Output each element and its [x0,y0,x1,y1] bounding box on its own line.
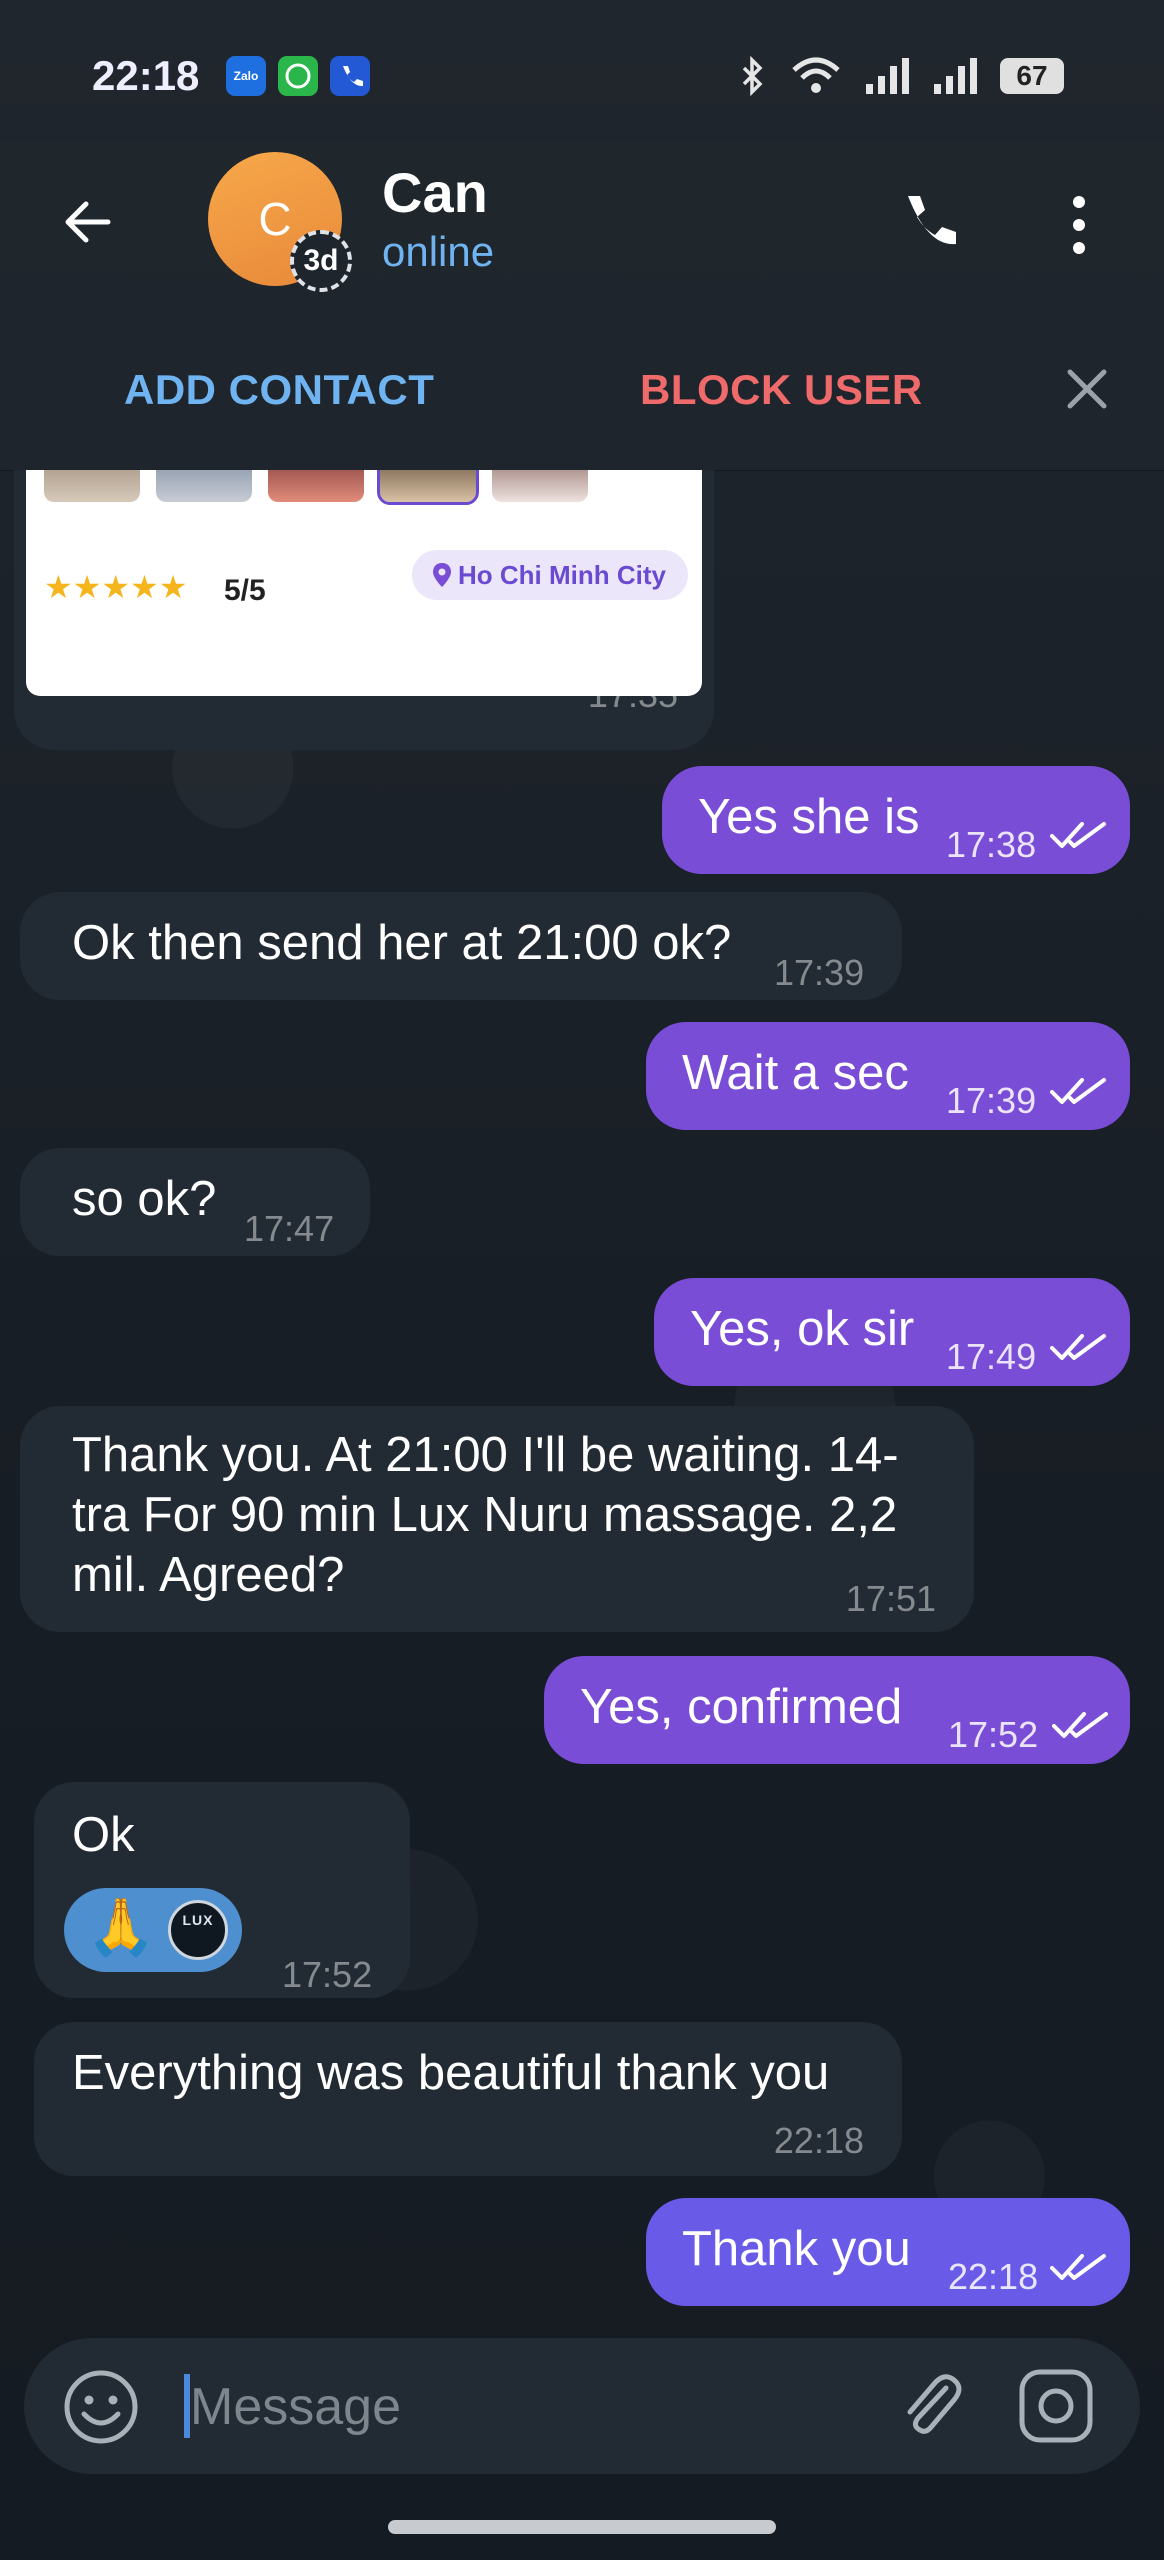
message-outgoing[interactable]: Yes, confirmed 17:52 [544,1656,1130,1764]
message-time: 22:18 [948,2256,1039,2297]
message-incoming[interactable]: Thank you. At 21:00 I'll be waiting. 14-… [20,1406,974,1632]
add-contact-button[interactable]: ADD CONTACT [124,366,434,414]
rating-value: 5/5 [224,574,266,607]
story-badge: 3d [290,230,352,292]
message-time: 17:38 [946,824,1037,865]
message-incoming[interactable]: so ok? 17:47 [20,1148,370,1256]
message-time: 17:52 [948,1714,1039,1755]
lux-logo-sticker: LUX [168,1900,228,1960]
message-input[interactable] [188,2364,872,2450]
pray-emoji: 🙏 [86,1895,156,1958]
signal-icon-2 [934,58,977,94]
message-text: Everything was beautiful thank you [72,2046,830,2100]
paperclip-icon[interactable] [890,2366,970,2446]
status-time: 22:18 [92,52,200,99]
message-text-line-2: tra For 90 min Lux Nuru massage. 2,2 [72,1488,898,1542]
home-indicator[interactable] [388,2520,776,2534]
contact-name[interactable]: Can [382,160,488,225]
back-arrow-icon[interactable] [58,192,118,252]
message-time: 17:52 [282,1954,373,1995]
wifi-icon [792,57,840,93]
message-outgoing[interactable]: Yes she is 17:38 [662,766,1130,874]
read-receipt-icon [1050,2254,1106,2280]
location-pin-icon [433,563,451,587]
rating-stars: ★★★★★ [44,569,188,605]
location-badge: Ho Chi Minh City [412,550,688,600]
message-text-line-3: mil. Agreed? [72,1548,345,1602]
emoji-icon[interactable] [62,2368,140,2446]
message-text: Thank you. At 21:00 I'll be waiting. 14- [72,1428,899,1482]
status-bar: 22:18 Zalo 67 [0,0,1164,150]
message-time: 17:49 [946,1336,1037,1377]
message-outgoing[interactable]: Wait a sec 17:39 [646,1022,1130,1130]
message-incoming[interactable]: ★★★★★ 5/5 Ho Chi Minh City this one avai… [14,470,714,750]
message-list[interactable]: ★★★★★ 5/5 Ho Chi Minh City this one avai… [0,470,1164,2330]
message-composer [24,2338,1140,2474]
chat-header: C 3d Can online [0,140,1164,330]
message-incoming[interactable]: Ok then send her at 21:00 ok? 17:39 [20,892,902,1000]
read-receipt-icon [1050,1078,1106,1104]
more-options-icon[interactable] [1064,190,1094,260]
message-incoming[interactable]: Ok 🙏 LUX 17:52 [34,1782,410,1998]
bluetooth-icon [742,56,763,96]
message-time: 17:39 [946,1080,1037,1121]
message-text: so ok? [72,1172,217,1226]
read-receipt-icon [1052,1712,1108,1738]
read-receipt-icon [1050,1334,1106,1360]
read-receipt-icon [1050,822,1106,848]
reaction-pill[interactable]: 🙏 LUX [64,1888,242,1972]
message-text: Ok then send her at 21:00 ok? [72,916,732,970]
message-time: 17:39 [774,952,865,993]
message-time: 17:51 [845,1578,936,1619]
block-user-button[interactable]: BLOCK USER [640,366,923,414]
message-text: this one available? [66,646,472,700]
message-time: 17:35 [587,674,678,715]
card-thumbnail[interactable] [156,470,252,502]
battery-indicator: 67 [1000,58,1064,94]
phone-icon [330,56,370,96]
message-text: Yes, confirmed [580,1680,903,1734]
card-thumbnail[interactable] [268,470,364,502]
contact-action-bar: ADD CONTACT BLOCK USER [0,330,1164,471]
whatsapp-icon [278,56,318,96]
message-time: 22:18 [773,2120,864,2161]
contact-status: online [382,228,495,275]
message-text: Yes she is [698,790,920,844]
message-incoming[interactable]: Everything was beautiful thank you 22:18 [34,2022,902,2176]
card-thumbnail[interactable] [377,470,479,505]
message-outgoing[interactable]: Thank you 22:18 [646,2198,1130,2306]
message-text: Wait a sec [682,1046,909,1100]
card-thumbnail[interactable] [492,470,588,502]
message-text: Ok [72,1808,135,1862]
close-icon[interactable] [1064,366,1110,412]
message-time: 17:47 [244,1208,335,1249]
message-text: Thank you [682,2222,911,2276]
signal-icon [866,58,909,94]
message-outgoing[interactable]: Yes, ok sir 17:49 [654,1278,1130,1386]
zalo-icon: Zalo [226,56,266,96]
card-thumbnail[interactable] [44,470,140,502]
phone-call-icon[interactable] [894,188,964,258]
message-text: Yes, ok sir [690,1302,915,1356]
location-text: Ho Chi Minh City [458,560,666,590]
camera-icon[interactable] [1016,2366,1096,2446]
status-icons: 67 [738,56,1064,96]
